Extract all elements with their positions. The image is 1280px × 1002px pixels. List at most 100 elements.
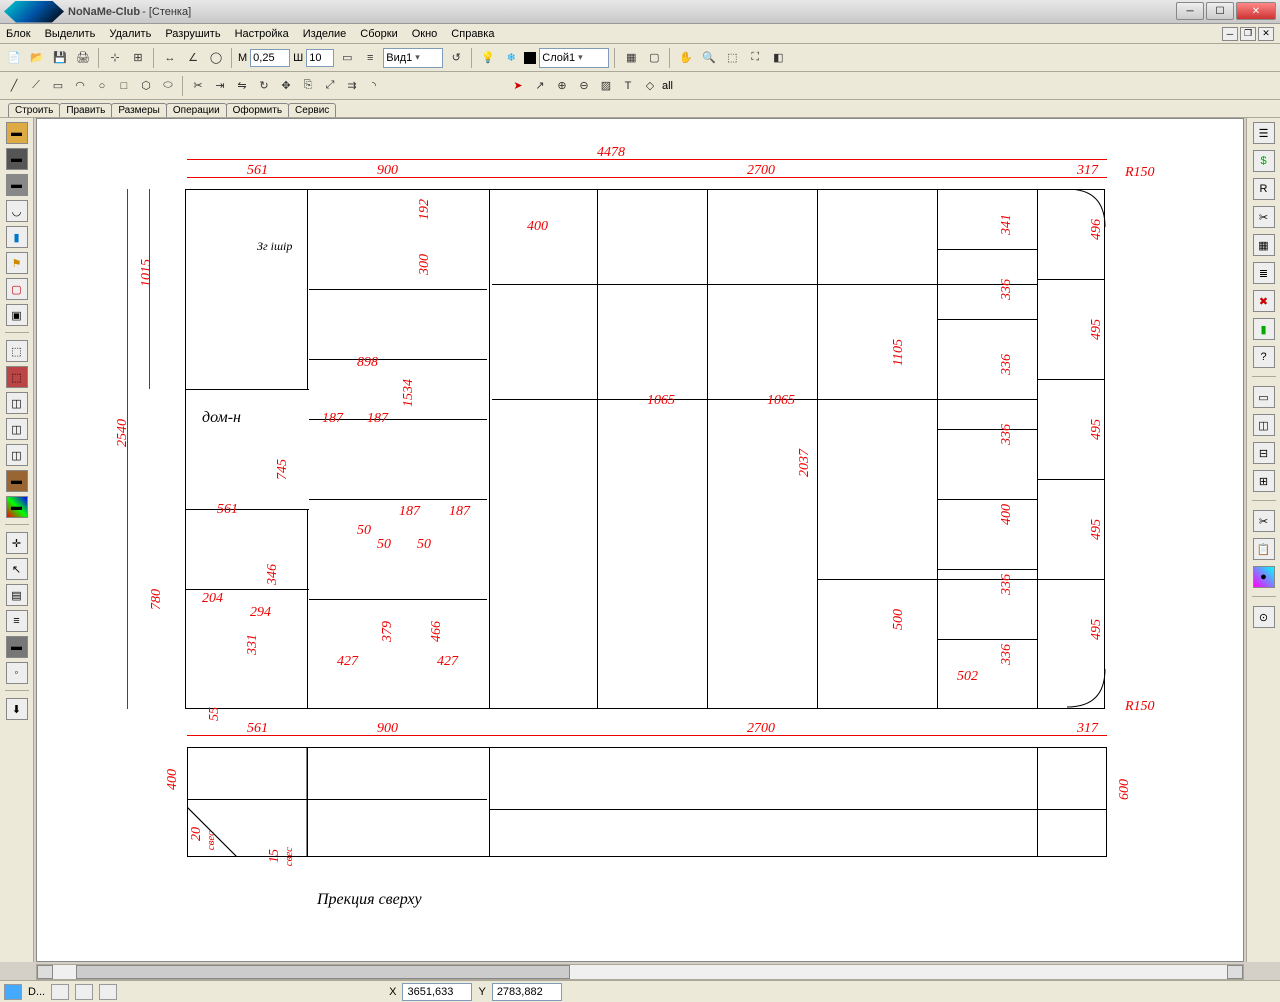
menu-settings[interactable]: Настройка bbox=[235, 28, 289, 40]
dock-layer-icon[interactable]: ▤ bbox=[6, 584, 28, 606]
dock-panel-icon[interactable]: ▬ bbox=[6, 122, 28, 144]
rdock-paste-icon[interactable]: 📋 bbox=[1253, 538, 1275, 560]
pointer-icon[interactable]: ➤ bbox=[508, 76, 528, 96]
rdock-win3-icon[interactable]: ⊟ bbox=[1253, 442, 1275, 464]
view-combo[interactable]: Вид1 bbox=[383, 48, 443, 68]
mirror-icon[interactable]: ⇋ bbox=[232, 76, 252, 96]
menu-delete[interactable]: Удалить bbox=[109, 28, 151, 40]
sel-all-label[interactable]: all bbox=[662, 80, 673, 92]
circle-icon[interactable]: ○ bbox=[92, 76, 112, 96]
menu-block[interactable]: Блок bbox=[6, 28, 31, 40]
dock-export-icon[interactable]: ⬇ bbox=[6, 698, 28, 720]
tab-style[interactable]: Оформить bbox=[226, 103, 289, 117]
coord-y-field[interactable] bbox=[492, 983, 562, 1001]
rdock-scissors-icon[interactable]: ✂ bbox=[1253, 510, 1275, 532]
open-icon[interactable]: 📂 bbox=[27, 48, 47, 68]
tab-dims[interactable]: Размеры bbox=[111, 103, 167, 117]
pan-icon[interactable]: ✋ bbox=[676, 48, 696, 68]
dock-box-icon[interactable]: ⬚ bbox=[6, 340, 28, 362]
close-button[interactable]: ✕ bbox=[1236, 2, 1276, 20]
dock-iso1-icon[interactable]: ◫ bbox=[6, 392, 28, 414]
dock-point-icon[interactable]: ◦ bbox=[6, 662, 28, 684]
minimize-button[interactable]: ─ bbox=[1176, 2, 1204, 20]
extend-icon[interactable]: ⇥ bbox=[210, 76, 230, 96]
rect-icon[interactable]: ▭ bbox=[48, 76, 68, 96]
linestyle-icon[interactable]: ≡ bbox=[360, 48, 380, 68]
hatch-icon[interactable]: ▨ bbox=[596, 76, 616, 96]
dock-solid-icon[interactable]: ▬ bbox=[6, 636, 28, 658]
tab-edit[interactable]: Править bbox=[59, 103, 112, 117]
drawing-canvas[interactable]: 4478 561 900 2700 317 bbox=[36, 118, 1244, 962]
menu-select[interactable]: Выделить bbox=[45, 28, 96, 40]
tab-service[interactable]: Сервис bbox=[288, 103, 336, 117]
sub-sel-icon[interactable]: ⊖ bbox=[574, 76, 594, 96]
radius-icon[interactable]: ◯ bbox=[206, 48, 226, 68]
dock-outline-icon[interactable]: ▢ bbox=[6, 278, 28, 300]
task-doc-button[interactable] bbox=[4, 984, 22, 1000]
dock-board-icon[interactable]: ▬ bbox=[6, 148, 28, 170]
square-icon[interactable]: □ bbox=[114, 76, 134, 96]
pick-icon[interactable]: ↗ bbox=[530, 76, 550, 96]
view-regen-icon[interactable]: ↺ bbox=[446, 48, 466, 68]
offset-icon[interactable]: ⇉ bbox=[342, 76, 362, 96]
text-sel-icon[interactable]: T bbox=[618, 76, 638, 96]
tab-build[interactable]: Строить bbox=[8, 103, 60, 117]
rdock-align-icon[interactable]: ▦ bbox=[1253, 234, 1275, 256]
print-icon[interactable]: 🖨 bbox=[73, 48, 93, 68]
dock-iso3-icon[interactable]: ◫ bbox=[6, 444, 28, 466]
new-icon[interactable]: 📄 bbox=[4, 48, 24, 68]
coord-x-field[interactable] bbox=[402, 983, 472, 1001]
line-icon[interactable]: ╱ bbox=[4, 76, 24, 96]
dock-detail-icon[interactable]: ▮ bbox=[6, 226, 28, 248]
dock-color-icon[interactable]: ▬ bbox=[6, 496, 28, 518]
menu-help[interactable]: Справка bbox=[451, 28, 494, 40]
scroll-left-icon[interactable] bbox=[37, 965, 53, 979]
dock-cursor-icon[interactable]: ↖ bbox=[6, 558, 28, 580]
dock-iso2-icon[interactable]: ◫ bbox=[6, 418, 28, 440]
grid-icon[interactable]: ⊞ bbox=[128, 48, 148, 68]
horizontal-scrollbar[interactable] bbox=[36, 964, 1244, 980]
rdock-cut-icon[interactable]: ✂ bbox=[1253, 206, 1275, 228]
layout-icon[interactable]: ▢ bbox=[644, 48, 664, 68]
zoom-selected-icon[interactable]: ◧ bbox=[768, 48, 788, 68]
rdock-money-icon[interactable]: $ bbox=[1253, 150, 1275, 172]
dock-axis-icon[interactable]: ✛ bbox=[6, 532, 28, 554]
zoom-window-icon[interactable]: ⬚ bbox=[722, 48, 742, 68]
hex-icon[interactable]: ⬡ bbox=[136, 76, 156, 96]
rdock-flag-icon[interactable]: ▮ bbox=[1253, 318, 1275, 340]
rdock-win1-icon[interactable]: ▭ bbox=[1253, 386, 1275, 408]
dock-gray-icon[interactable]: ▬ bbox=[6, 174, 28, 196]
fillet-icon[interactable]: ◝ bbox=[364, 76, 384, 96]
dock-box2-icon[interactable]: ⬚ bbox=[6, 366, 28, 388]
scale-m-input[interactable] bbox=[250, 49, 290, 67]
axis-icon[interactable]: ⊹ bbox=[105, 48, 125, 68]
colors-icon[interactable]: ▦ bbox=[621, 48, 641, 68]
menu-product[interactable]: Изделие bbox=[303, 28, 347, 40]
menu-destroy[interactable]: Разрушить bbox=[165, 28, 220, 40]
freeze-icon[interactable]: ❄ bbox=[501, 48, 521, 68]
dock-line-icon[interactable]: ≡ bbox=[6, 610, 28, 632]
rdock-snap-icon[interactable]: ⊙ bbox=[1253, 606, 1275, 628]
rdock-tree-icon[interactable]: ☰ bbox=[1253, 122, 1275, 144]
tab-ops[interactable]: Операции bbox=[166, 103, 227, 117]
dock-arc-icon[interactable]: ◡ bbox=[6, 200, 28, 222]
rdock-win2-icon[interactable]: ◫ bbox=[1253, 414, 1275, 436]
rdock-palette-icon[interactable]: ● bbox=[1253, 566, 1275, 588]
rdock-stock-icon[interactable]: ≣ bbox=[1253, 262, 1275, 284]
dimension-icon[interactable]: ↔ bbox=[160, 48, 180, 68]
zoom-icon[interactable]: 🔍 bbox=[699, 48, 719, 68]
dock-render-icon[interactable]: ▬ bbox=[6, 470, 28, 492]
mdi-restore-button[interactable]: ❐ bbox=[1240, 27, 1256, 41]
zoom-extents-icon[interactable]: ⛶ bbox=[745, 48, 765, 68]
rdock-ruler-icon[interactable]: R bbox=[1253, 178, 1275, 200]
status-btn-3[interactable] bbox=[99, 984, 117, 1000]
rdock-win4-icon[interactable]: ⊞ bbox=[1253, 470, 1275, 492]
rotate-icon[interactable]: ↻ bbox=[254, 76, 274, 96]
ellipse-icon[interactable]: ⬭ bbox=[158, 76, 178, 96]
mdi-close-button[interactable]: ✕ bbox=[1258, 27, 1274, 41]
maximize-button[interactable]: ☐ bbox=[1206, 2, 1234, 20]
rdock-help-icon[interactable]: ? bbox=[1253, 346, 1275, 368]
menu-window[interactable]: Окно bbox=[412, 28, 438, 40]
linetype-icon[interactable]: ▭ bbox=[337, 48, 357, 68]
rdock-delete-icon[interactable]: ✖ bbox=[1253, 290, 1275, 312]
